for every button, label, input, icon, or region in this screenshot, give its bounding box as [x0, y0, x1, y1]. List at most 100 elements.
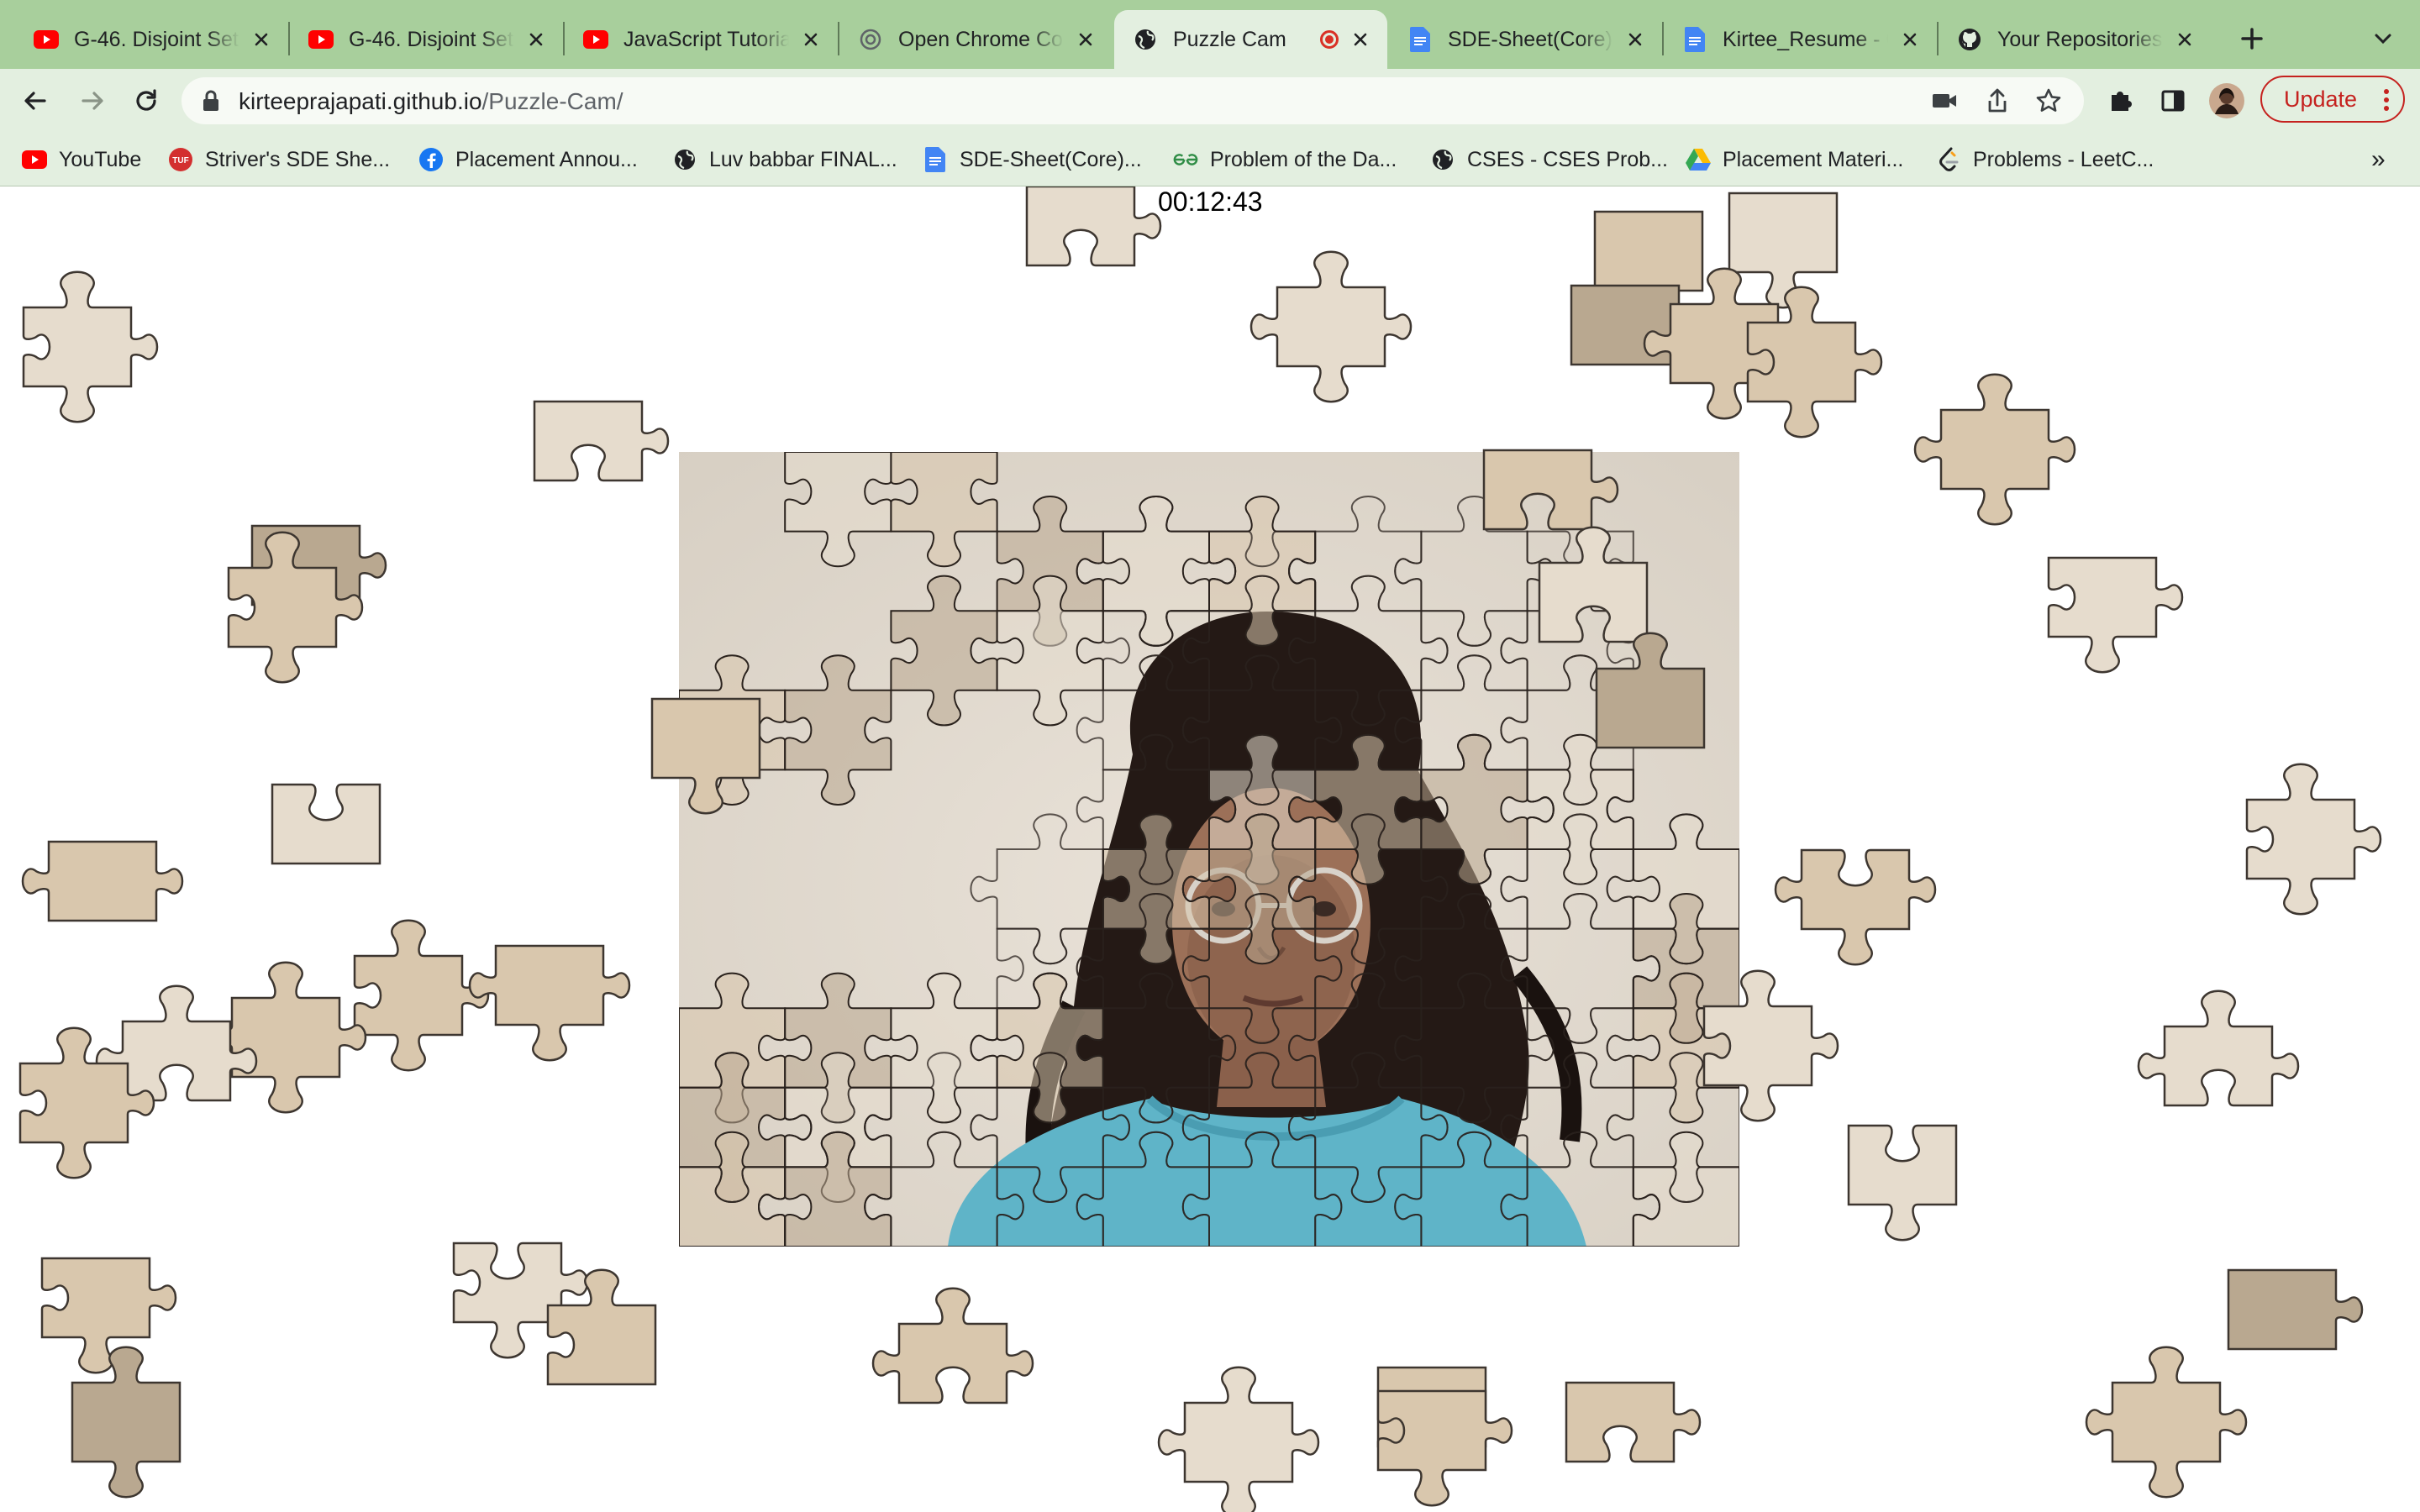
close-tab-icon[interactable]	[1898, 28, 1922, 51]
tab-6[interactable]: SDE-Sheet(Core)	[1389, 10, 1662, 69]
loose-puzzle-piece[interactable]	[1249, 250, 1413, 403]
loose-puzzle-piece[interactable]	[1538, 526, 1649, 643]
reload-button[interactable]	[124, 79, 168, 123]
tab-title: G-46. Disjoint Set | Union by Size	[349, 27, 514, 51]
bookmark-label: SDE-Sheet(Core)...	[960, 147, 1142, 171]
profile-button[interactable]	[2205, 79, 2249, 123]
bookmarks-bar: YouTube TUF Striver's SDE She... Placement …	[0, 133, 2420, 186]
tab-5[interactable]: Puzzle Cam	[1114, 10, 1387, 69]
loose-puzzle-piece[interactable]	[353, 919, 490, 1072]
bookmark-item[interactable]: Placement Materi...	[1686, 144, 1903, 175]
url-host: kirteeprajapati.github.io	[239, 88, 482, 114]
tab-title: Your Repositories	[1997, 27, 2163, 51]
close-tab-icon[interactable]	[250, 28, 273, 51]
loose-puzzle-piece[interactable]	[1913, 373, 2076, 526]
tab-7[interactable]: Kirtee_Resume - Google Docs	[1664, 10, 1937, 69]
tab-8[interactable]: Your Repositories	[1939, 10, 2212, 69]
tab-3[interactable]: JavaScript Tutorial	[565, 10, 838, 69]
loose-puzzle-piece[interactable]	[1376, 1389, 1513, 1507]
forward-button[interactable]	[71, 79, 114, 123]
leetcode-icon	[1936, 147, 1961, 172]
arrow-right-icon	[82, 92, 103, 110]
address-bar[interactable]: kirteeprajapati.github.io/Puzzle-Cam/	[182, 77, 2084, 124]
github-icon	[1957, 27, 1982, 52]
share-icon[interactable]	[1985, 87, 2010, 114]
tab-search-button[interactable]	[2361, 17, 2405, 60]
loose-puzzle-piece[interactable]	[1025, 186, 1162, 267]
svg-text:TUF: TUF	[172, 156, 188, 165]
tab-title: G-46. Disjoint Set | Union by Rank	[74, 27, 239, 51]
loose-puzzle-piece[interactable]	[1728, 192, 1839, 309]
side-panel-button[interactable]	[2151, 79, 2195, 123]
loose-puzzle-piece[interactable]	[2245, 763, 2382, 916]
bookmark-item[interactable]: Placement Annou...	[418, 144, 638, 175]
camera-in-use-icon[interactable]	[1931, 90, 1958, 112]
close-tab-icon[interactable]	[524, 28, 548, 51]
bookmark-label: CSES - CSES Prob...	[1467, 147, 1668, 171]
close-tab-icon[interactable]	[1623, 28, 1647, 51]
loose-puzzle-piece[interactable]	[2047, 556, 2184, 674]
loose-puzzle-piece[interactable]	[1595, 632, 1706, 749]
tab-strip: G-46. Disjoint Set | Union by Rank G-46. …	[0, 0, 2420, 69]
docs-icon	[1407, 27, 1433, 52]
loose-puzzle-piece[interactable]	[1482, 449, 1619, 531]
close-tab-icon[interactable]	[799, 28, 823, 51]
arrow-left-icon	[24, 92, 46, 110]
globe-icon	[1133, 27, 1158, 52]
bookmark-item[interactable]: Problem of the Da...	[1173, 144, 1397, 175]
overflow-glyph: »	[2371, 145, 2386, 173]
openai-icon	[858, 27, 883, 52]
star-icon[interactable]	[2035, 87, 2062, 114]
bookmark-label: Striver's SDE She...	[205, 147, 391, 171]
loose-puzzle-piece[interactable]	[22, 270, 159, 423]
loose-puzzle-piece[interactable]	[2227, 1268, 2364, 1351]
loose-puzzle-piece[interactable]	[871, 1287, 1034, 1404]
loose-puzzle-piece[interactable]	[2137, 990, 2300, 1107]
bookmark-item[interactable]: SDE-Sheet(Core)...	[923, 144, 1142, 175]
loose-puzzle-piece[interactable]	[1157, 1366, 1320, 1512]
tab-title: Puzzle Cam	[1173, 27, 1286, 51]
bookmarks-overflow-button[interactable]: »	[2371, 144, 2386, 175]
loose-puzzle-piece[interactable]	[2085, 1346, 2248, 1499]
bookmark-item[interactable]: YouTube	[22, 144, 141, 175]
bookmark-item[interactable]: CSES - CSES Prob...	[1430, 144, 1668, 175]
loose-puzzle-piece[interactable]	[452, 1242, 589, 1359]
chevron-down-icon	[2375, 34, 2391, 45]
recording-indicator-icon	[1320, 30, 1339, 49]
tab-title: Open Chrome Console	[898, 27, 1064, 51]
close-tab-icon[interactable]	[1074, 28, 1097, 51]
loose-puzzle-piece[interactable]	[468, 944, 631, 1062]
tab-1[interactable]: G-46. Disjoint Set | Union by Rank	[15, 10, 288, 69]
loose-puzzle-piece[interactable]	[650, 697, 761, 815]
loose-puzzle-piece[interactable]	[1774, 848, 1937, 966]
tab-2[interactable]: G-46. Disjoint Set | Union by Size	[290, 10, 563, 69]
reload-icon	[136, 89, 156, 111]
update-button[interactable]: Update	[2260, 76, 2405, 123]
browser-chrome: G-46. Disjoint Set | Union by Rank G-46. …	[0, 0, 2420, 186]
facebook-icon	[418, 147, 444, 172]
loose-puzzle-piece[interactable]	[271, 783, 381, 865]
bookmark-item[interactable]: Luv babbar FINAL...	[672, 144, 897, 175]
close-tab-icon[interactable]	[1349, 28, 1372, 51]
loose-puzzle-piece[interactable]	[21, 840, 184, 922]
url-path: /Puzzle-Cam/	[481, 88, 623, 114]
tab-title: Kirtee_Resume - Google Docs	[1723, 27, 1888, 51]
bookmark-label: Problems - LeetC...	[1973, 147, 2154, 171]
loose-puzzle-piece[interactable]	[1565, 1381, 1702, 1463]
globe-icon	[672, 147, 697, 172]
loose-puzzle-piece[interactable]	[1702, 969, 1839, 1122]
bookmark-item[interactable]: Problems - LeetC...	[1936, 144, 2154, 175]
bookmark-item[interactable]: TUF Striver's SDE She...	[168, 144, 390, 175]
extensions-button[interactable]	[2099, 79, 2143, 123]
lock-icon	[203, 90, 218, 111]
close-tab-icon[interactable]	[2173, 28, 2196, 51]
bookmark-label: Placement Annou...	[455, 147, 638, 171]
back-button[interactable]	[13, 79, 57, 123]
loose-puzzle-piece[interactable]	[1847, 1124, 1958, 1242]
update-label: Update	[2284, 86, 2358, 112]
loose-puzzle-piece[interactable]	[533, 400, 670, 482]
loose-pieces-layer	[18, 186, 2382, 1512]
globe-icon	[1430, 147, 1455, 172]
new-tab-button[interactable]	[2230, 17, 2274, 60]
tab-4[interactable]: Open Chrome Console	[839, 10, 1113, 69]
